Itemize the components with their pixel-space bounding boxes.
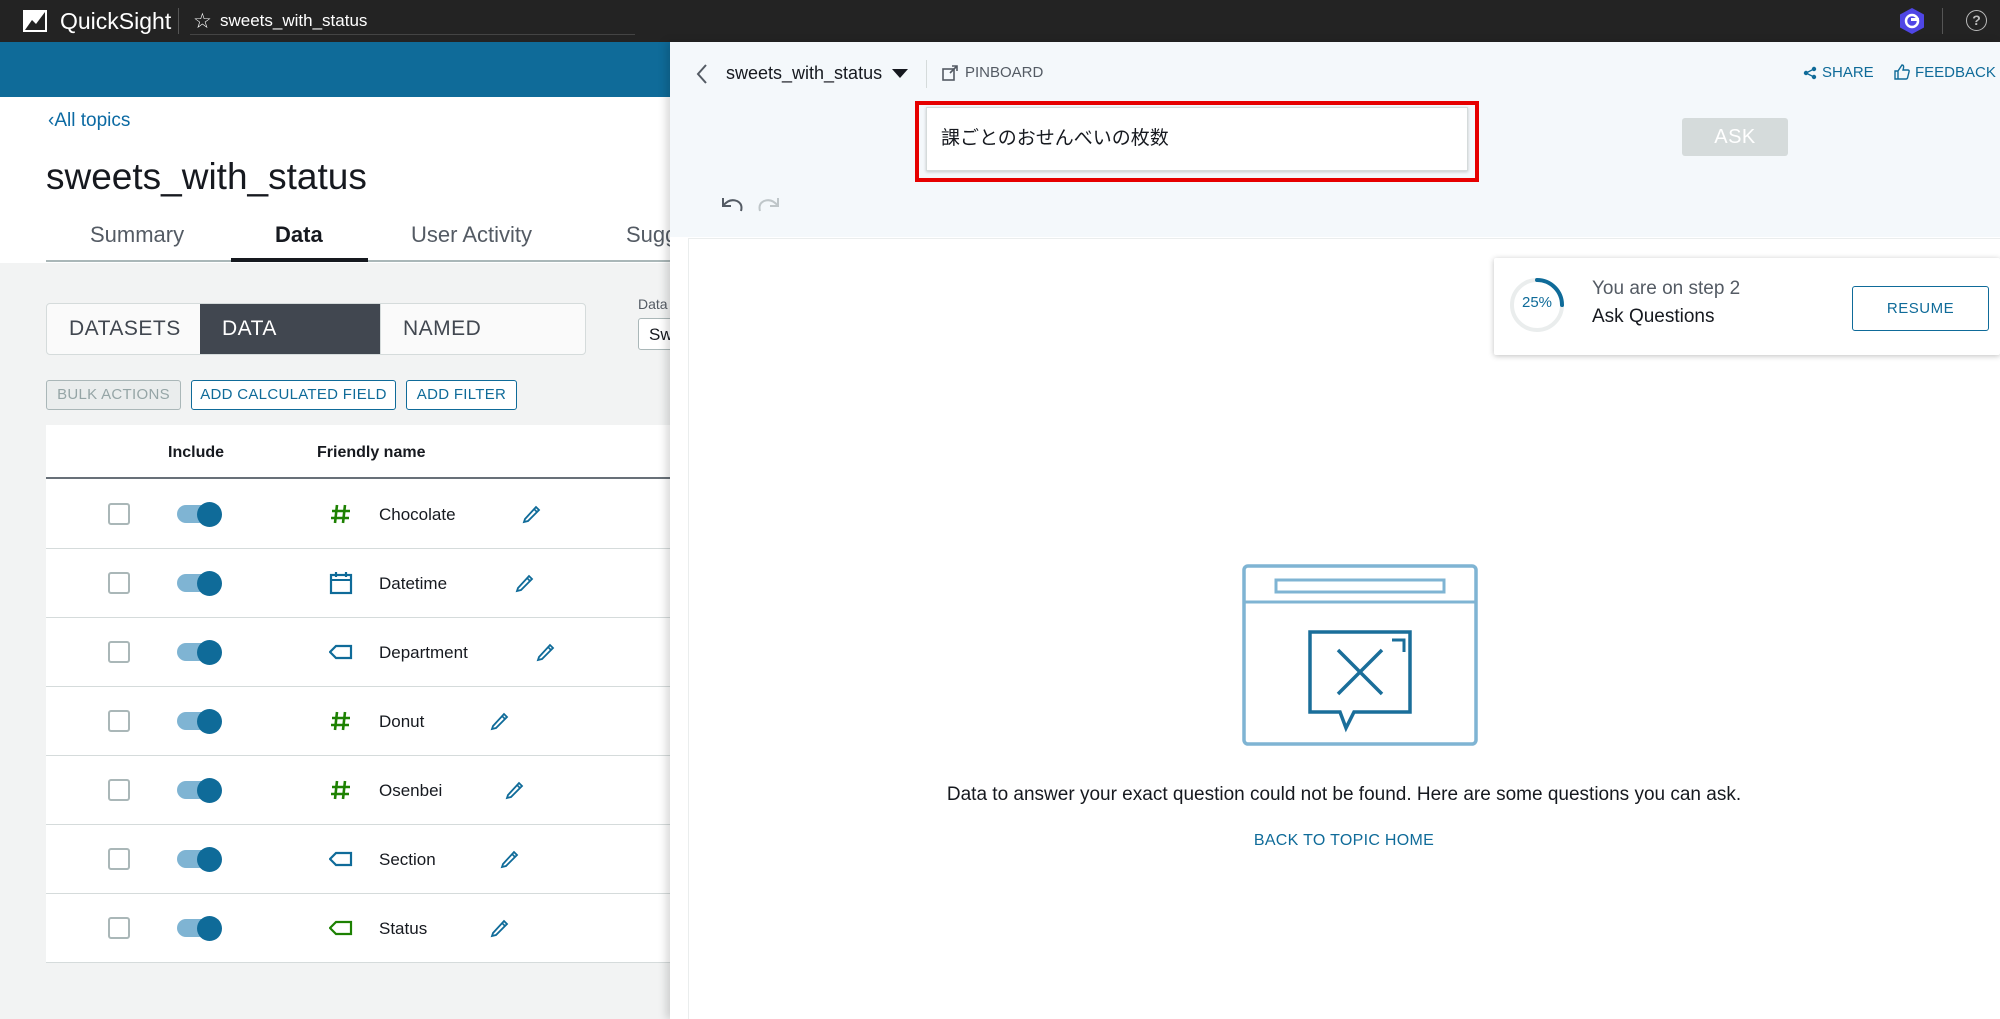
row-checkbox[interactable] — [108, 917, 130, 939]
feedback-button[interactable]: FEEDBACK — [1915, 64, 1996, 81]
dataset-label: Data — [638, 296, 668, 312]
row-checkbox[interactable] — [108, 710, 130, 732]
edit-pencil-icon[interactable] — [514, 571, 534, 593]
tab-data[interactable]: Data — [275, 222, 323, 248]
segment-named-entity[interactable]: NAMED ENTITY — [380, 304, 585, 354]
add-calculated-field-button[interactable]: ADD CALCULATED FIELD — [191, 380, 396, 410]
row-checkbox[interactable] — [108, 572, 130, 594]
tab-summary[interactable]: Summary — [90, 222, 184, 248]
toggle-knob[interactable] — [197, 916, 222, 941]
tag-icon — [329, 851, 353, 867]
table-row: Chocolate — [46, 480, 670, 549]
field-name: Department — [379, 643, 468, 662]
undo-icon[interactable] — [719, 195, 745, 215]
page-title: sweets_with_status — [46, 156, 367, 197]
field-name: Datetime — [379, 574, 448, 593]
topic-select[interactable]: sweets_with_status — [726, 63, 882, 84]
analysis-name[interactable]: sweets_with_status — [220, 11, 367, 31]
share-icon[interactable] — [1803, 66, 1817, 80]
row-checkbox[interactable] — [108, 848, 130, 870]
pinboard-link[interactable]: PINBOARD — [965, 64, 1043, 81]
star-icon[interactable]: ☆ — [193, 9, 212, 34]
tab-user-activity[interactable]: User Activity — [411, 222, 532, 248]
active-tab-indicator — [231, 258, 368, 262]
field-name: Status — [379, 919, 428, 938]
divider — [178, 8, 179, 34]
table-header-divider — [46, 477, 670, 479]
resume-button[interactable]: RESUME — [1852, 286, 1989, 331]
segmented-control: DATASETS DATA FIELDS NAMED ENTITY — [46, 303, 586, 355]
field-name: Section — [379, 850, 436, 869]
chevron-left-icon[interactable] — [694, 62, 710, 86]
toggle-knob[interactable] — [197, 778, 222, 803]
q-panel: sweets_with_status PINBOARD SHARE FEEDBA… — [670, 42, 2000, 1019]
thumbs-up-icon[interactable] — [1894, 64, 1910, 80]
segment-datasets[interactable]: DATASETS — [47, 304, 200, 354]
onboarding-step-card: 25% You are on step 2 Ask Questions RESU… — [1494, 258, 2000, 355]
calendar-icon — [329, 572, 353, 595]
table-row: Status — [46, 894, 670, 963]
help-icon[interactable]: ? — [1966, 10, 1987, 31]
table-row: Section — [46, 825, 670, 894]
caret-down-icon[interactable] — [892, 69, 908, 78]
toggle-knob[interactable] — [197, 640, 222, 665]
toggle-knob[interactable] — [197, 847, 222, 872]
hash-icon — [331, 780, 350, 800]
all-topics-link[interactable]: ‹All topics — [48, 110, 130, 132]
title-underline — [190, 34, 635, 35]
table-row: Datetime — [46, 549, 670, 618]
progress-percent: 25% — [1521, 294, 1553, 311]
share-button[interactable]: SHARE — [1822, 64, 1874, 81]
toggle-knob[interactable] — [197, 571, 222, 596]
ask-button[interactable]: ASK — [1682, 118, 1788, 156]
pinboard-icon[interactable] — [942, 65, 958, 81]
column-header-friendly-name[interactable]: Friendly name — [317, 444, 425, 462]
add-filter-button[interactable]: ADD FILTER — [406, 380, 517, 410]
quicksight-logo-icon[interactable] — [22, 9, 48, 33]
row-checkbox[interactable] — [108, 779, 130, 801]
segment-data-fields[interactable]: DATA FIELDS — [200, 304, 380, 354]
step-subtitle: Ask Questions — [1592, 306, 1715, 327]
field-name: Osenbei — [379, 781, 443, 800]
step-text: You are on step 2 — [1592, 278, 1741, 299]
data-fields-table: Include Friendly name Chocolate Datetime D… — [46, 425, 670, 963]
table-row: Osenbei — [46, 756, 670, 825]
field-name: Chocolate — [379, 505, 456, 524]
edit-pencil-icon[interactable] — [489, 709, 509, 731]
question-box — [926, 107, 1501, 171]
table-row: Donut — [46, 687, 670, 756]
edit-pencil-icon[interactable] — [521, 502, 541, 524]
extension-icon[interactable] — [1899, 7, 1925, 35]
page-banner — [0, 42, 670, 97]
column-header-include[interactable]: Include — [168, 444, 224, 462]
back-to-topic-home-link[interactable]: BACK TO TOPIC HOME — [688, 832, 2000, 850]
no-results-illustration-icon — [1242, 564, 1478, 746]
edit-pencil-icon[interactable] — [499, 847, 519, 869]
tag-icon — [329, 920, 353, 936]
no-data-message: Data to answer your exact question could… — [946, 784, 1742, 805]
field-name: Donut — [379, 712, 425, 731]
row-checkbox[interactable] — [108, 641, 130, 663]
redo-icon[interactable] — [756, 195, 782, 215]
table-row: Department — [46, 618, 670, 687]
edit-pencil-icon[interactable] — [489, 916, 509, 938]
toggle-knob[interactable] — [197, 709, 222, 734]
question-input[interactable] — [941, 125, 1501, 147]
hash-icon — [331, 504, 350, 524]
tag-icon — [329, 644, 353, 660]
edit-pencil-icon[interactable] — [504, 778, 524, 800]
app-name[interactable]: QuickSight — [60, 8, 171, 35]
row-checkbox[interactable] — [108, 503, 130, 525]
divider — [926, 60, 927, 88]
bulk-actions-button[interactable]: BULK ACTIONS — [46, 380, 181, 410]
edit-pencil-icon[interactable] — [535, 640, 555, 662]
divider — [1942, 8, 1943, 34]
top-bar: QuickSight ☆ sweets_with_status ? — [0, 0, 2000, 42]
toggle-knob[interactable] — [197, 502, 222, 527]
hash-icon — [331, 711, 350, 731]
